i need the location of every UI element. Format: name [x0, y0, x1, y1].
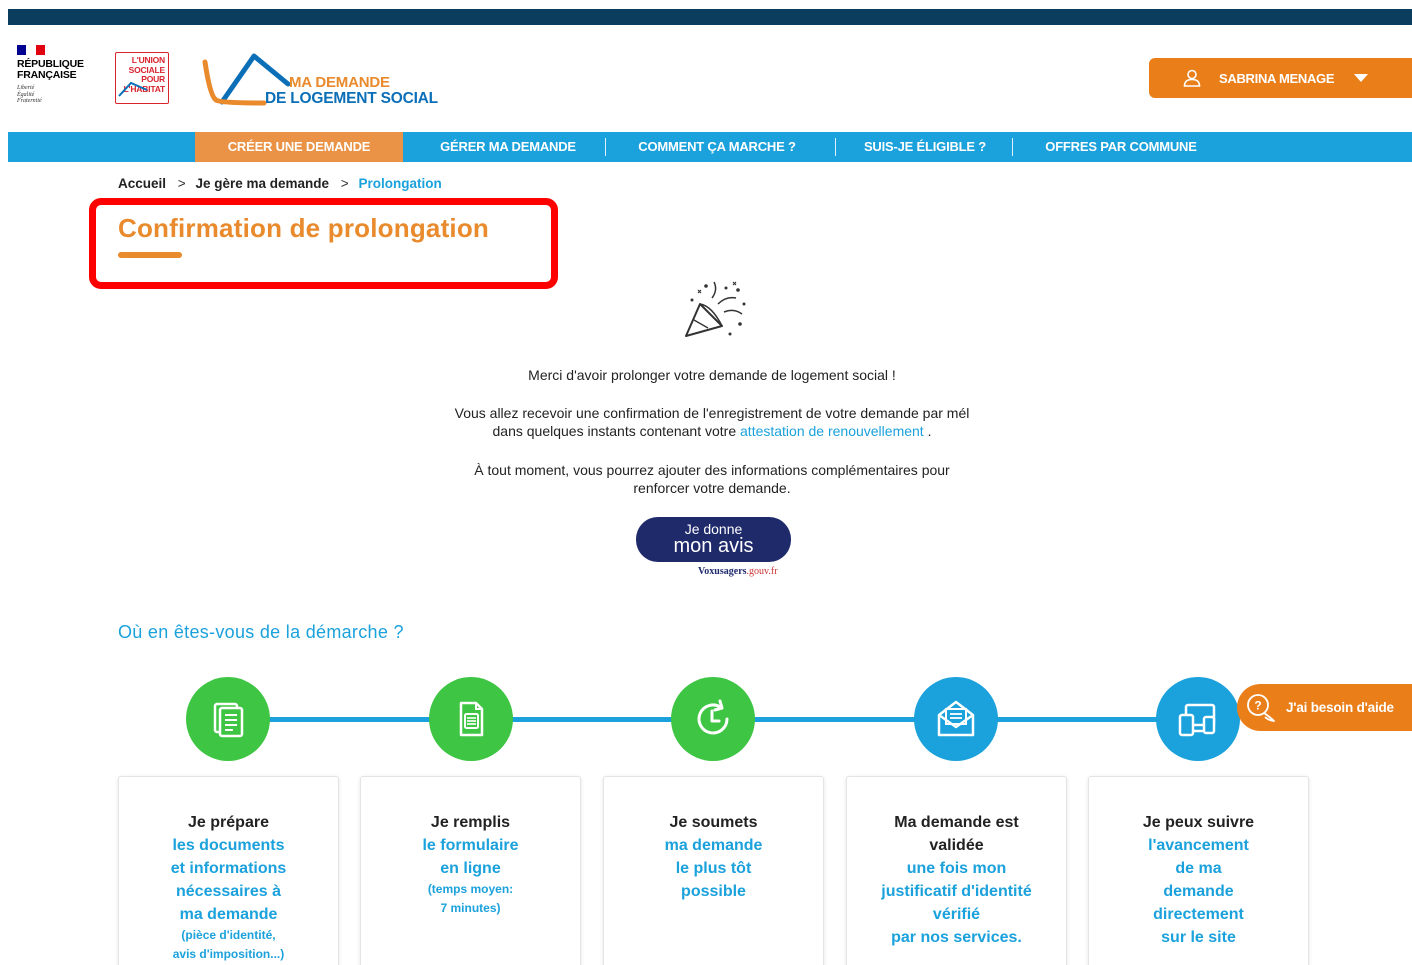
vox-domain: .gouv.fr [746, 566, 778, 577]
help-chat-icon: ? [1247, 693, 1275, 722]
help-button[interactable]: ? J'ai besoin d'aide [1237, 684, 1412, 731]
card-body: le formulaire en ligne [422, 837, 519, 877]
attestation-link[interactable]: attestation de renouvellement [740, 423, 924, 439]
user-icon [1183, 69, 1201, 87]
rf-logo-text: RÉPUBLIQUE FRANÇAISE [17, 58, 84, 81]
card-body: l'avancement de ma demande directement s… [1148, 837, 1249, 946]
clock-refresh-icon [697, 699, 729, 735]
rf-motto: Liberté Égalité Fraternité [17, 85, 42, 104]
nav-create-request[interactable]: CRÉER UNE DEMANDE [195, 132, 403, 162]
avis-small-label: Je donne [684, 521, 743, 537]
form-icon [459, 701, 484, 737]
devices-icon [1178, 703, 1216, 737]
card-body: une fois mon justificatif d'identité vér… [881, 860, 1032, 946]
email-line2-end: . [923, 423, 932, 439]
app-title-line2: DE LOGEMENT SOCIAL [265, 90, 438, 107]
step-4-circle [914, 677, 998, 761]
nav-separator [1012, 138, 1013, 156]
email-confirmation-message: Vous allez recevoir une confirmation de … [350, 404, 1074, 440]
card-heading: Je peux suivre [1142, 814, 1255, 831]
thanks-message: Merci d'avoir prolonger votre demande de… [528, 367, 896, 383]
breadcrumb-current: Prolongation [358, 176, 442, 191]
republique-francaise-logo[interactable]: RÉPUBLIQUE FRANÇAISE Liberté Égalité Fra… [17, 45, 97, 105]
email-line1: Vous allez recevoir une confirmation de … [454, 405, 970, 421]
card-note: (pièce d'identité, avis d'imposition...) [172, 928, 285, 961]
site-header: RÉPUBLIQUE FRANÇAISE Liberté Égalité Fra… [0, 25, 1412, 132]
title-highlight-annotation [89, 198, 558, 289]
nav-manage-request[interactable]: GÉRER MA DEMANDE [416, 132, 600, 162]
complement-info-message: À tout moment, vous pourrez ajouter des … [350, 461, 1074, 497]
step-5-circle [1156, 677, 1240, 761]
caret-down-icon [1354, 74, 1369, 82]
step-card-4: Ma demande est validée une fois mon just… [846, 776, 1067, 965]
email-line2: dans quelques instants contenant votre [492, 423, 741, 439]
card-heading: Je soumets [669, 814, 758, 831]
envelope-icon [937, 700, 975, 737]
breadcrumb-separator: > [177, 176, 186, 191]
step-card-5: Je peux suivre l'avancement de ma demand… [1088, 776, 1309, 965]
card-heading: Ma demande est validée [894, 814, 1019, 854]
card-heading: Je prépare [188, 814, 269, 831]
step-card-1: Je prépare les documents et informations… [118, 776, 339, 965]
main-nav: CRÉER UNE DEMANDE GÉRER MA DEMANDE COMME… [8, 132, 1412, 162]
step-card-3: Je soumets ma demande le plus tôt possib… [603, 776, 824, 965]
nav-separator [835, 138, 836, 156]
svg-text:?: ? [1254, 698, 1261, 712]
user-menu-button[interactable]: SABRINA MENAGE [1149, 58, 1412, 98]
step-3-circle [671, 677, 755, 761]
breadcrumb-home[interactable]: Accueil [118, 176, 166, 191]
step-1-circle [186, 677, 270, 761]
card-note: (temps moyen: 7 minutes) [427, 882, 514, 915]
ma-demande-logo[interactable]: MA DEMANDE DE LOGEMENT SOCIAL [202, 52, 472, 110]
card-heading: Je remplis [430, 814, 511, 831]
nav-offers-by-town[interactable]: OFFRES PAR COMMUNE [1024, 132, 1218, 162]
union-sociale-habitat-logo[interactable]: L'UNION SOCIALE POUR L'HABITAT [115, 52, 169, 104]
top-dark-bar [8, 9, 1412, 25]
help-label: J'ai besoin d'aide [1286, 700, 1394, 715]
french-flag-icon [17, 45, 45, 55]
vox-brand: Voxusagers [698, 566, 747, 577]
voxusagers-logo: Voxusagers.gouv.fr [698, 566, 778, 577]
anytime-line1: À tout moment, vous pourrez ajouter des … [474, 462, 950, 478]
breadcrumb-manage[interactable]: Je gère ma demande [195, 176, 329, 191]
party-popper-icon [685, 281, 746, 337]
nav-how-it-works[interactable]: COMMENT ÇA MARCHE ? [617, 132, 817, 162]
breadcrumb: Accueil > Je gère ma demande > Prolongat… [118, 176, 442, 191]
nav-separator [605, 138, 606, 156]
give-feedback-button[interactable]: Je donne mon avis [636, 517, 791, 562]
app-title-line1: MA DEMANDE [289, 74, 390, 91]
step-2-circle [429, 677, 513, 761]
card-body: ma demande le plus tôt possible [664, 837, 763, 900]
card-body: les documents et informations nécessaire… [170, 837, 287, 923]
user-name: SABRINA MENAGE [1219, 70, 1335, 86]
anytime-line2: renforcer votre demande. [633, 480, 791, 496]
step-card-2: Je remplis le formulaire en ligne (temps… [360, 776, 581, 965]
breadcrumb-separator: > [340, 176, 349, 191]
documents-icon [213, 702, 244, 738]
nav-eligibility[interactable]: SUIS-JE ÉLIGIBLE ? [845, 132, 1005, 162]
steps-section-title: Où en êtes-vous de la démarche ? [118, 622, 404, 642]
avis-big-label: mon avis [673, 535, 754, 557]
ush-roof-icon [118, 81, 148, 97]
